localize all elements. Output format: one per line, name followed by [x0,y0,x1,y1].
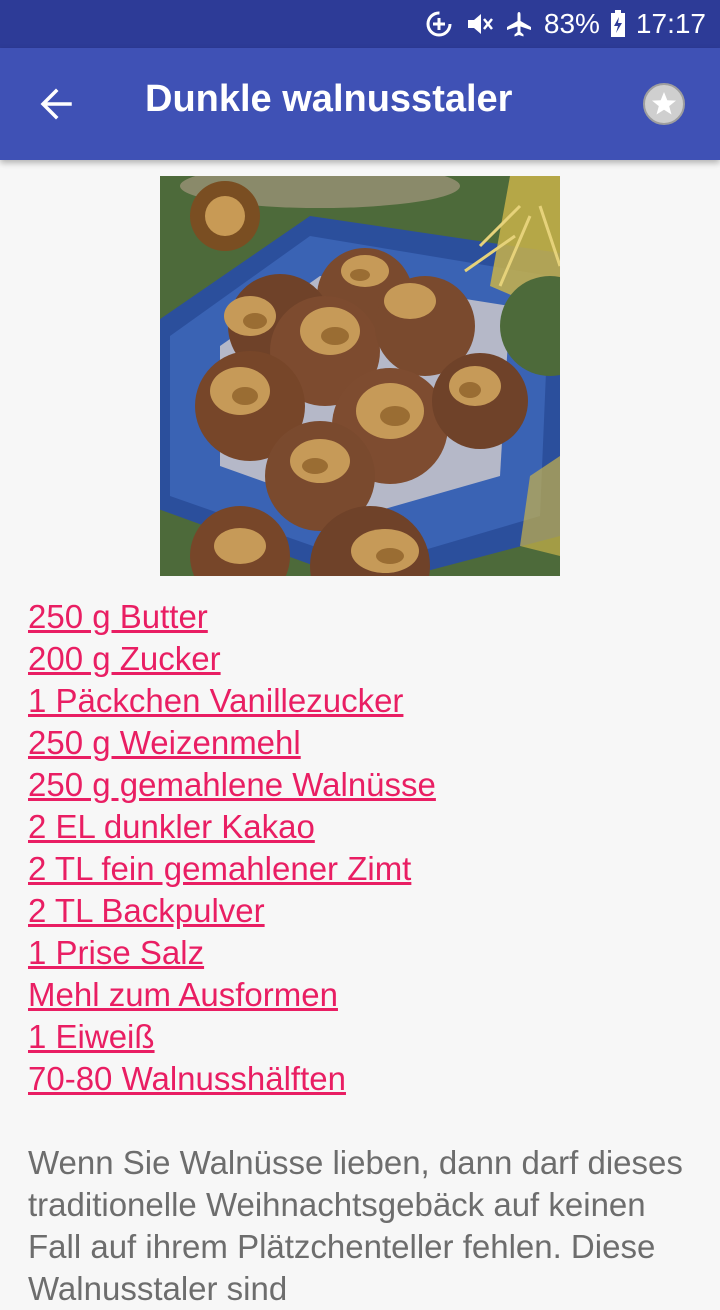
favorite-button[interactable] [642,82,686,126]
back-arrow-icon [40,88,72,120]
ingredient-link[interactable]: 2 TL Backpulver [28,890,436,932]
battery-charging-icon [610,10,626,38]
ingredient-link[interactable]: 1 Prise Salz [28,932,436,974]
star-icon [643,83,685,125]
ingredient-list: 250 g Butter 200 g Zucker 1 Päckchen Van… [28,596,436,1100]
ingredient-link[interactable]: 2 TL fein gemahlener Zimt [28,848,436,890]
ingredient-link[interactable]: Mehl zum Ausformen [28,974,436,1016]
ingredient-link[interactable]: 250 g Weizenmehl [28,722,436,764]
ingredient-link[interactable]: 2 EL dunkler Kakao [28,806,436,848]
status-icons: 83% 17:17 [424,0,706,48]
ingredient-link[interactable]: 200 g Zucker [28,638,436,680]
battery-percent: 83% [543,8,600,39]
airplane-icon [504,9,534,39]
clock: 17:17 [635,8,706,39]
ingredient-link[interactable]: 70-80 Walnusshälften [28,1058,436,1100]
ingredient-link[interactable]: 1 Päckchen Vanillezucker [28,680,436,722]
vibrate-mute-icon [464,9,494,39]
ingredient-link[interactable]: 250 g Butter [28,596,436,638]
data-saver-icon [424,9,454,39]
ingredient-link[interactable]: 1 Eiweiß [28,1016,436,1058]
status-bar: 83% 17:17 [0,0,720,48]
recipe-description: Wenn Sie Walnüsse lieben, dann darf dies… [28,1144,683,1307]
ingredient-link[interactable]: 250 g gemahlene Walnüsse [28,764,436,806]
page-title: Dunkle walnusstaler [145,78,513,120]
back-button[interactable] [36,84,76,124]
app-bar: Dunkle walnusstaler [0,48,720,160]
recipe-photo [160,176,560,576]
